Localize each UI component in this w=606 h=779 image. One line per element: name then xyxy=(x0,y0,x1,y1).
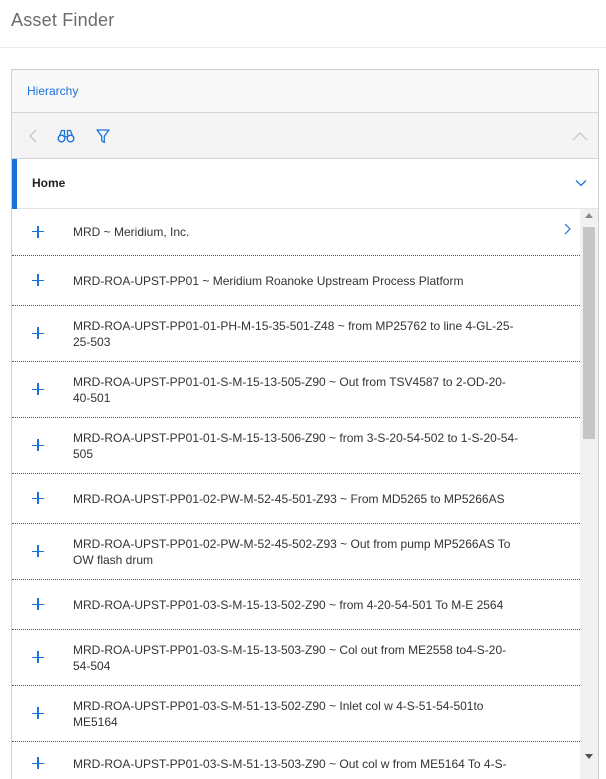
list-item-label[interactable]: MRD-ROA-UPST-PP01-03-S-M-51-13-503-Z90 ~… xyxy=(73,756,520,772)
collapse-icon[interactable] xyxy=(569,125,591,147)
list-item[interactable]: MRD-ROA-UPST-PP01-02-PW-M-52-45-502-Z93 … xyxy=(12,524,580,580)
chevron-down-icon[interactable] xyxy=(574,176,588,190)
expand-plus-icon[interactable] xyxy=(32,757,46,771)
expand-plus-icon[interactable] xyxy=(32,383,46,397)
list-item-label[interactable]: MRD-ROA-UPST-PP01-03-S-M-51-13-502-Z90 ~… xyxy=(73,698,520,730)
list-item-label[interactable]: MRD ~ Meridium, Inc. xyxy=(73,224,520,240)
list-item[interactable]: MRD-ROA-UPST-PP01-02-PW-M-52-45-501-Z93 … xyxy=(12,474,580,524)
asset-list: MRD ~ Meridium, Inc. MRD-ROA-UPST-PP01 ~ … xyxy=(12,209,580,779)
filter-icon[interactable] xyxy=(92,125,114,147)
back-icon[interactable] xyxy=(22,125,44,147)
scrollbar[interactable] xyxy=(580,209,598,779)
selection-accent xyxy=(12,159,17,209)
expand-plus-icon[interactable] xyxy=(32,274,46,288)
tab-hierarchy[interactable]: Hierarchy xyxy=(12,70,598,113)
expand-plus-icon[interactable] xyxy=(32,492,46,506)
list-item-label[interactable]: MRD-ROA-UPST-PP01-03-S-M-15-13-503-Z90 ~… xyxy=(73,642,520,674)
list-item-label[interactable]: MRD-ROA-UPST-PP01-03-S-M-15-13-502-Z90 ~… xyxy=(73,597,520,613)
list-item-label[interactable]: MRD-ROA-UPST-PP01-02-PW-M-52-45-502-Z93 … xyxy=(73,536,520,568)
scroll-up-icon[interactable] xyxy=(585,213,593,218)
list-item[interactable]: MRD-ROA-UPST-PP01-03-S-M-15-13-502-Z90 ~… xyxy=(12,580,580,630)
list-item-label[interactable]: MRD-ROA-UPST-PP01-02-PW-M-52-45-501-Z93 … xyxy=(73,491,520,507)
list-item-label[interactable]: MRD-ROA-UPST-PP01-01-S-M-15-13-506-Z90 ~… xyxy=(73,430,520,462)
toolbar xyxy=(12,113,598,159)
scroll-thumb[interactable] xyxy=(583,227,595,439)
list-item-label[interactable]: MRD-ROA-UPST-PP01-01-PH-M-15-35-501-Z48 … xyxy=(73,318,520,350)
list-item[interactable]: MRD ~ Meridium, Inc. xyxy=(12,209,580,256)
expand-plus-icon[interactable] xyxy=(32,598,46,612)
list-item-label[interactable]: MRD-ROA-UPST-PP01-01-S-M-15-13-505-Z90 ~… xyxy=(73,374,520,406)
list-item[interactable]: MRD-ROA-UPST-PP01-01-S-M-15-13-506-Z90 ~… xyxy=(12,418,580,474)
chevron-right-icon[interactable] xyxy=(562,223,572,235)
expand-plus-icon[interactable] xyxy=(32,545,46,559)
list-item[interactable]: MRD-ROA-UPST-PP01-03-S-M-51-13-502-Z90 ~… xyxy=(12,686,580,742)
home-breadcrumb[interactable]: Home xyxy=(12,159,598,209)
list-item[interactable]: MRD-ROA-UPST-PP01-03-S-M-51-13-503-Z90 ~… xyxy=(12,742,580,779)
expand-plus-icon[interactable] xyxy=(32,707,46,721)
list-item-label[interactable]: MRD-ROA-UPST-PP01 ~ Meridium Roanoke Ups… xyxy=(73,273,520,289)
list-item[interactable]: MRD-ROA-UPST-PP01 ~ Meridium Roanoke Ups… xyxy=(12,256,580,306)
list-item[interactable]: MRD-ROA-UPST-PP01-01-PH-M-15-35-501-Z48 … xyxy=(12,306,580,362)
title-bar: Asset Finder xyxy=(0,0,606,48)
list-item[interactable]: MRD-ROA-UPST-PP01-01-S-M-15-13-505-Z90 ~… xyxy=(12,362,580,418)
expand-plus-icon[interactable] xyxy=(32,439,46,453)
binoculars-icon[interactable] xyxy=(55,125,77,147)
asset-finder-panel: Hierarchy Home MRD ~ Meridium, Inc. MRD-R… xyxy=(11,69,599,779)
tab-hierarchy-label[interactable]: Hierarchy xyxy=(27,84,78,98)
expand-plus-icon[interactable] xyxy=(32,651,46,665)
expand-plus-icon[interactable] xyxy=(32,225,46,239)
home-label[interactable]: Home xyxy=(32,176,65,190)
scroll-down-icon[interactable] xyxy=(585,754,593,759)
expand-plus-icon[interactable] xyxy=(32,327,46,341)
list-item[interactable]: MRD-ROA-UPST-PP01-03-S-M-15-13-503-Z90 ~… xyxy=(12,630,580,686)
page-title: Asset Finder xyxy=(11,10,115,30)
